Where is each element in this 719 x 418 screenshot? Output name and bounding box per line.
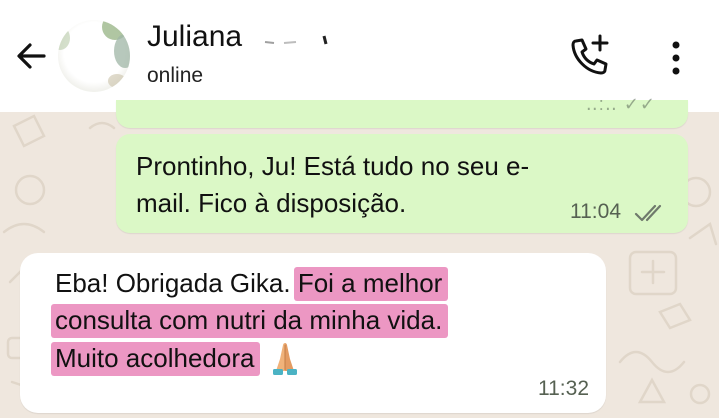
previous-message-bubble[interactable]: ‥:‥ ✓✓ — [116, 94, 688, 128]
read-ticks-icon — [634, 204, 662, 222]
message-text: Prontinho, Ju! Está tudo no seu e-mail. … — [136, 151, 530, 218]
back-arrow-icon[interactable] — [14, 38, 50, 74]
chat-area[interactable]: ‥:‥ ✓✓ Prontinho, Ju! Está tudo no seu e… — [0, 94, 719, 418]
folded-hands-icon — [273, 343, 298, 375]
previous-message-time: ‥:‥ ✓✓ — [585, 94, 656, 114]
message-text: Eba! Obrigada Gika. Foi a melhor consult… — [51, 265, 595, 377]
highlighted-text: Foi a melhor — [293, 267, 449, 301]
message-bubble-outgoing[interactable]: Prontinho, Ju! Está tudo no seu e-mail. … — [116, 134, 688, 233]
name-redaction — [264, 35, 328, 45]
message-text-plain: Eba! Obrigada Gika. — [55, 268, 291, 298]
add-call-icon[interactable] — [566, 32, 614, 80]
contact-name[interactable]: Juliana — [147, 20, 242, 54]
message-bubble-incoming[interactable]: Eba! Obrigada Gika. Foi a melhor consult… — [20, 253, 606, 413]
more-vertical-icon[interactable] — [664, 38, 688, 78]
message-time: 11:04 — [570, 200, 621, 223]
contact-status: online — [147, 64, 204, 87]
avatar[interactable] — [58, 20, 130, 92]
message-time: 11:32 — [538, 377, 589, 400]
highlighted-text: Muito acolhedora — [51, 342, 261, 376]
highlighted-text: consulta com nutri da minha vida. — [51, 304, 449, 338]
